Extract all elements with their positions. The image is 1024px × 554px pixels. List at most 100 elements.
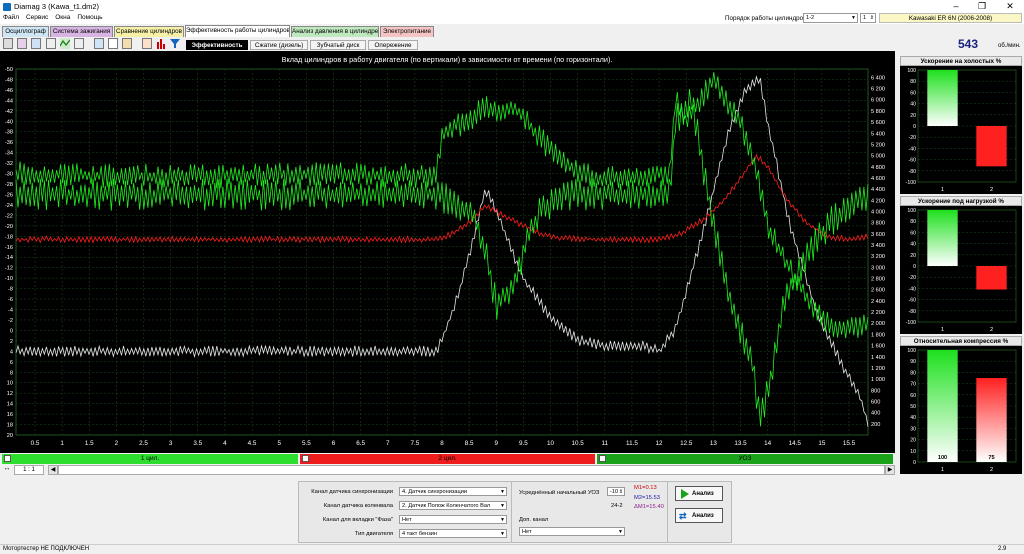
cursor-icon[interactable] <box>122 38 132 49</box>
version-text: 2.9 <box>998 546 1007 552</box>
subtab-toothed-disk[interactable]: Зубчатый диск <box>310 40 366 50</box>
zoom-level[interactable]: 1 : 1 <box>14 465 44 475</box>
tab-cylinder-efficiency[interactable]: Эффективность работы цилиндров <box>185 25 290 37</box>
y-tick-label: -80 <box>909 169 917 175</box>
avg-advance-spinner[interactable]: -10 ⇕ <box>607 487 625 496</box>
x-tick-label: 2.5 <box>139 440 148 447</box>
bar-cylinder-1 <box>927 350 958 462</box>
efficiency-chart[interactable]: Вклад цилиндров в работу двигателя (по в… <box>0 51 895 453</box>
compression-title: Относительная компрессия % <box>900 336 1022 346</box>
x-tick-label: 7 <box>386 440 390 447</box>
y-right-tick-label: 4 200 <box>871 198 885 204</box>
close-button[interactable]: ✕ <box>998 0 1022 14</box>
y-tick-label: 10 <box>910 449 916 455</box>
x-tick-label: 13 <box>710 440 718 447</box>
settings-icon[interactable] <box>94 38 104 49</box>
firing-order-select[interactable]: 1-2 ▼ <box>803 13 858 23</box>
y-right-tick-label: 2 600 <box>871 288 885 294</box>
category-label: 1 <box>941 187 944 193</box>
y-left-tick-label: 16 <box>7 412 13 418</box>
subtab-compression-diesel[interactable]: Сжатие (дизель) <box>250 40 308 50</box>
y-right-tick-label: 3 200 <box>871 254 885 260</box>
menu-service[interactable]: Сервис <box>23 14 48 21</box>
numbers-icon[interactable] <box>74 38 84 49</box>
channel-2-checkbox[interactable] <box>302 455 309 462</box>
channel-uoz-checkbox[interactable] <box>599 455 606 462</box>
filter-icon[interactable] <box>170 38 180 49</box>
idle-accel-chart: 100 80 60 40 20 0 -20 -40 -60 -80 -100 1 2 <box>900 66 1022 194</box>
title-bar: Diamag 3 (Kawa_t1.dm2) – ❐ ✕ <box>0 0 1024 14</box>
y-left-tick-label: -48 <box>5 77 13 83</box>
subtab-efficiency[interactable]: Эффективность <box>186 40 248 50</box>
chevron-down-icon: ▼ <box>500 517 505 523</box>
bar-chart-icon[interactable] <box>156 38 166 49</box>
y-left-tick-label: -38 <box>5 130 13 136</box>
x-tick-label: 11.5 <box>626 440 638 447</box>
y-right-tick-label: 5 600 <box>871 120 885 126</box>
minimize-button[interactable]: – <box>944 0 968 14</box>
y-tick-label: 100 <box>907 208 916 214</box>
analyze-compare-button[interactable]: ⇄ Анализ <box>675 508 723 523</box>
channel-1-checkbox[interactable] <box>4 455 11 462</box>
y-tick-label: 50 <box>910 404 916 410</box>
chevron-down-icon: ▼ <box>500 503 505 509</box>
y-left-tick-label: -24 <box>5 203 13 209</box>
analyze-button[interactable]: Анализ <box>675 486 723 501</box>
restore-button[interactable]: ❐ <box>970 0 994 14</box>
tab-power-supply[interactable]: Электропитание <box>380 26 434 37</box>
channel-1-bar[interactable]: 1 цил. <box>2 454 298 464</box>
x-tick-label: 4 <box>223 440 227 447</box>
load-accel-chart: 100 80 60 40 20 0 -20 -40 -60 -80 -100 1 2 <box>900 206 1022 334</box>
y-tick-label: -60 <box>909 158 917 164</box>
y-tick-label: 60 <box>910 393 916 399</box>
menu-file[interactable]: Файл <box>0 14 19 21</box>
y-right-tick-label: 1 800 <box>871 332 885 338</box>
sync-channel-select[interactable]: 4. Датчик синхронизации ▼ <box>399 487 507 496</box>
tab-ignition[interactable]: Система зажигания <box>50 26 113 37</box>
grid-icon[interactable] <box>17 38 27 49</box>
menu-windows[interactable]: Окна <box>52 14 70 21</box>
tab-pressure-analysis[interactable]: Анализ давления в цилиндре <box>291 26 379 37</box>
divider <box>511 482 512 542</box>
measure-icon[interactable] <box>46 38 56 49</box>
bar-cylinder-1 <box>927 70 958 126</box>
tab-cylinder-compare[interactable]: Сравнение цилиндров <box>114 26 184 37</box>
load-accel-svg: 100 80 60 40 20 0 -20 -40 -60 -80 -100 1 2 <box>906 208 1017 333</box>
bar-value-label: 100 <box>938 455 947 461</box>
y-right-tick-label: 6 400 <box>871 75 885 81</box>
y-right-tick-label: 5 200 <box>871 142 885 148</box>
vehicle-field[interactable]: Kawasaki ER 6N (2006-2008) <box>879 13 1022 23</box>
layout-icon[interactable] <box>108 38 118 49</box>
y-right-tick-label: 2 200 <box>871 310 885 316</box>
y-right-tick-label: 2 000 <box>871 321 885 327</box>
horizontal-scrollbar[interactable] <box>58 465 885 475</box>
avg-advance-label: Усреднённый начальный УОЗ <box>519 490 600 496</box>
wave-icon[interactable] <box>59 38 71 49</box>
channel-2-bar[interactable]: 2 цил. <box>300 454 595 464</box>
phase-channel-select[interactable]: Нет ▼ <box>399 515 507 524</box>
y-left-tick-label: -32 <box>5 161 13 167</box>
y-left-tick-label: 10 <box>7 381 13 387</box>
y-left-tick-label: -50 <box>5 67 13 73</box>
scale-icon[interactable] <box>3 38 13 49</box>
x-tick-label: 10.5 <box>572 440 585 447</box>
expand-icon[interactable]: ↔ <box>2 465 12 475</box>
tab-oscilloscope[interactable]: Осциллограф <box>2 26 49 37</box>
channel-uoz-bar[interactable]: УОЗ <box>597 454 893 464</box>
rpm-icon[interactable] <box>31 38 41 49</box>
y-right-tick-label: 400 <box>871 411 880 417</box>
category-label: 1 <box>941 467 944 473</box>
bar-cylinder-2 <box>976 126 1007 167</box>
crank-channel-select[interactable]: 2. Датчик Полож Коленчатого Вал ▼ <box>399 501 507 510</box>
cylinder-spinner[interactable]: 1 ⇕ <box>860 13 876 23</box>
subtab-advance[interactable]: Опережение <box>368 40 418 50</box>
extra-channel-select[interactable]: Нет ▼ <box>519 527 625 536</box>
tooth-code: 24-2 <box>611 503 623 509</box>
scroll-right-button[interactable]: ▶ <box>885 465 895 475</box>
engine-type-select[interactable]: 4 такт бензин ▼ <box>399 529 507 538</box>
spinner-arrows-icon: ⇕ <box>618 489 623 495</box>
chart-view-icon[interactable] <box>142 38 152 49</box>
scroll-left-button[interactable]: ◀ <box>48 465 58 475</box>
menu-help[interactable]: Помощь <box>74 14 102 21</box>
y-left-tick-label: -10 <box>5 276 13 282</box>
